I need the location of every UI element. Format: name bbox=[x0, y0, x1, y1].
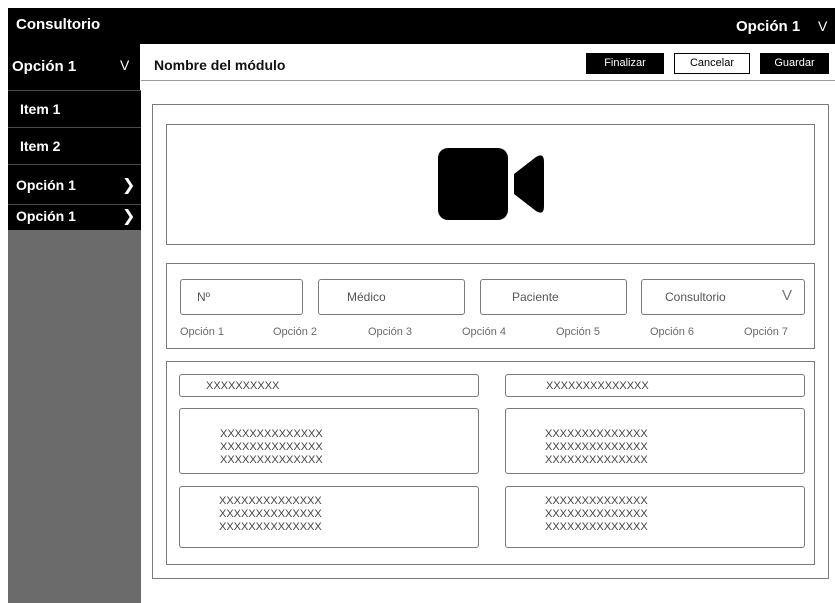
chevron-down-icon: V bbox=[781, 287, 792, 304]
text-line: XXXXXXXXXXXXXX bbox=[220, 454, 323, 466]
text-line: XXXXXXXXXXXXXX bbox=[545, 508, 648, 520]
text-line: XXXXXXXXXXXXXX bbox=[219, 495, 322, 507]
sidebar-option-1[interactable]: Opción 1 ❯ bbox=[8, 164, 141, 204]
text-line: XXXXXXXXXXXXXX bbox=[220, 441, 323, 453]
guardar-button[interactable]: Guardar bbox=[760, 53, 829, 74]
option-tab-3[interactable]: Opción 3 bbox=[368, 326, 412, 338]
option-tab-4[interactable]: Opción 4 bbox=[462, 326, 506, 338]
sidebar: Opción 1 V Item 1 Item 2 Opción 1 ❯ Opci… bbox=[8, 44, 141, 603]
finalizar-button[interactable]: Finalizar bbox=[586, 53, 664, 74]
right-text-area-2[interactable]: XXXXXXXXXXXXXX XXXXXXXXXXXXXX XXXXXXXXXX… bbox=[505, 486, 805, 548]
chevron-right-icon: ❯ bbox=[122, 177, 136, 194]
sidebar-item-1[interactable]: Item 1 bbox=[8, 90, 141, 127]
chevron-down-icon[interactable]: V bbox=[818, 18, 827, 34]
video-camera-icon[interactable] bbox=[438, 148, 546, 220]
sidebar-option-2[interactable]: Opción 1 ❯ bbox=[8, 204, 141, 230]
left-field-value: XXXXXXXXXX bbox=[206, 380, 280, 392]
option-tab-7[interactable]: Opción 7 bbox=[744, 326, 788, 338]
text-line: XXXXXXXXXXXXXX bbox=[545, 495, 648, 507]
sidebar-header-option[interactable]: Opción 1 V bbox=[8, 44, 141, 90]
left-text-area-2[interactable]: XXXXXXXXXXXXXX XXXXXXXXXXXXXX XXXXXXXXXX… bbox=[179, 486, 479, 548]
paciente-field[interactable]: Paciente bbox=[480, 279, 627, 315]
cancelar-button[interactable]: Cancelar bbox=[674, 53, 750, 74]
paciente-field-label: Paciente bbox=[512, 290, 559, 304]
medico-field-label: Médico bbox=[347, 290, 386, 304]
text-line: XXXXXXXXXXXXXX bbox=[545, 454, 648, 466]
chevron-down-icon: V bbox=[120, 57, 130, 73]
app-title: Consultorio bbox=[16, 16, 101, 33]
right-text-field[interactable]: XXXXXXXXXXXXXX bbox=[505, 374, 805, 397]
left-text-area-1[interactable]: XXXXXXXXXXXXXX XXXXXXXXXXXXXX XXXXXXXXXX… bbox=[179, 408, 479, 474]
chevron-right-icon: ❯ bbox=[122, 208, 136, 225]
medico-field[interactable]: Médico bbox=[318, 279, 465, 315]
numero-field-label: Nº bbox=[197, 290, 211, 304]
text-line: XXXXXXXXXXXXXX bbox=[545, 521, 648, 533]
option-tab-1[interactable]: Opción 1 bbox=[180, 326, 224, 338]
sidebar-item-label: Item 2 bbox=[20, 138, 61, 154]
page-title: Nombre del módulo bbox=[154, 57, 286, 73]
numero-field[interactable]: Nº bbox=[180, 279, 303, 315]
text-line: XXXXXXXXXXXXXX bbox=[219, 508, 322, 520]
option-tab-6[interactable]: Opción 6 bbox=[650, 326, 694, 338]
header-divider bbox=[141, 80, 835, 81]
sidebar-item-2[interactable]: Item 2 bbox=[8, 127, 141, 164]
option-tab-2[interactable]: Opción 2 bbox=[273, 326, 317, 338]
sidebar-option-label: Opción 1 bbox=[16, 177, 76, 193]
top-option-selector[interactable]: Opción 1 bbox=[736, 18, 800, 35]
left-text-field[interactable]: XXXXXXXXXX bbox=[179, 374, 479, 397]
text-line: XXXXXXXXXXXXXX bbox=[219, 521, 322, 533]
consultorio-select[interactable]: Consultorio V bbox=[641, 279, 805, 315]
text-line: XXXXXXXXXXXXXX bbox=[545, 428, 648, 440]
right-field-value: XXXXXXXXXXXXXX bbox=[546, 380, 649, 392]
consultorio-select-label: Consultorio bbox=[665, 290, 726, 304]
right-text-area-1[interactable]: XXXXXXXXXXXXXX XXXXXXXXXXXXXX XXXXXXXXXX… bbox=[505, 408, 805, 474]
sidebar-option-label: Opción 1 bbox=[16, 208, 76, 224]
option-tab-5[interactable]: Opción 5 bbox=[556, 326, 600, 338]
text-line: XXXXXXXXXXXXXX bbox=[220, 428, 323, 440]
sidebar-item-label: Item 1 bbox=[20, 101, 61, 117]
text-line: XXXXXXXXXXXXXX bbox=[545, 441, 648, 453]
top-bar: Consultorio Opción 1 V bbox=[8, 8, 835, 44]
sidebar-header-label: Opción 1 bbox=[12, 58, 77, 75]
